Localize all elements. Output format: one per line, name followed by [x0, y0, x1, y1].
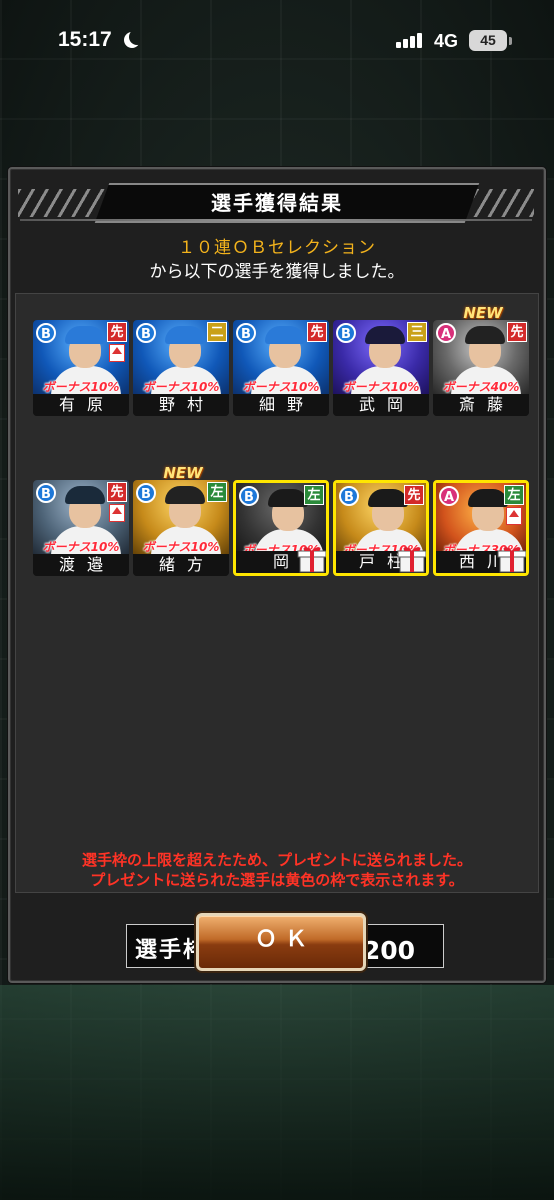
- position-badge: 先: [107, 322, 127, 342]
- cap: [468, 489, 508, 507]
- gift-icon: [497, 547, 526, 573]
- cap: [165, 326, 205, 344]
- battery-tip: [509, 37, 512, 45]
- up-arrow-icon: [109, 344, 125, 362]
- bonus-label: ボーナス10%: [342, 380, 420, 394]
- grade-badge: A: [439, 486, 459, 506]
- position-badge: 先: [307, 322, 327, 342]
- position-badge: 先: [507, 322, 527, 342]
- position-badge: 左: [304, 485, 324, 505]
- player-card-area: B 先ボーナス10% 有原 B 二ボーナス10% 野村 B 先ボーナス10% 細野 B 三ボーナス1…: [15, 293, 539, 968]
- player-name: 斎藤: [433, 394, 529, 416]
- grade-badge: B: [236, 323, 256, 343]
- bonus-label: ボーナス10%: [142, 380, 220, 394]
- grade-badge: B: [36, 323, 56, 343]
- grade-badge: B: [239, 486, 259, 506]
- player-name: 渡邉: [33, 554, 129, 576]
- battery-icon: 45: [469, 30, 507, 51]
- selection-name: １０連ＯＢセレクション: [178, 238, 376, 258]
- gift-icon: [397, 547, 426, 573]
- bonus-label: ボーナス10%: [242, 380, 320, 394]
- result-dialog: 選手獲得結果 １０連ＯＢセレクション から以下の選手を獲得しました。 B 先ボーナ…: [8, 167, 546, 983]
- player-card[interactable]: B 先ボーナス10% 戸柱: [333, 480, 429, 576]
- ok-button[interactable]: ＯＫ: [196, 913, 366, 971]
- status-time: 15:17: [58, 28, 112, 51]
- position-badge: 左: [504, 485, 524, 505]
- result-message: から以下の選手を獲得しました。: [149, 262, 405, 282]
- cap: [65, 486, 105, 504]
- position-badge: 先: [404, 485, 424, 505]
- field-background: [0, 985, 554, 1200]
- player-card[interactable]: B 先ボーナス10% 細野: [233, 320, 329, 416]
- player-card[interactable]: A 先ボーナス40% 斎藤: [433, 320, 529, 416]
- signal-icon: [396, 32, 426, 48]
- moon-icon: [129, 29, 145, 45]
- bonus-label: ボーナス10%: [42, 380, 120, 394]
- title-bar: 選手獲得結果: [10, 183, 544, 223]
- bonus-label: ボーナス10%: [42, 540, 120, 554]
- cap: [365, 326, 405, 344]
- cap: [465, 326, 505, 344]
- player-card[interactable]: B 二ボーナス10% 野村: [133, 320, 229, 416]
- grade-badge: B: [36, 483, 56, 503]
- cap: [268, 489, 308, 507]
- cap: [65, 326, 105, 344]
- grade-badge: A: [436, 323, 456, 343]
- cap: [265, 326, 305, 344]
- player-card[interactable]: A 左ボーナス30% 西川: [433, 480, 529, 576]
- position-badge: 左: [207, 482, 227, 502]
- player-name: 野村: [133, 394, 229, 416]
- grade-badge: B: [336, 323, 356, 343]
- grade-badge: B: [136, 323, 156, 343]
- player-card[interactable]: B 三ボーナス10% 武岡: [333, 320, 429, 416]
- player-name: 緒方: [133, 554, 229, 576]
- player-card[interactable]: B 先ボーナス10% 渡邉: [33, 480, 129, 576]
- notice-line-2: プレゼントに送られた選手は黄色の枠で表示されます。: [90, 871, 464, 889]
- gift-icon: [297, 547, 326, 573]
- player-card[interactable]: B 左ボーナス10% 緒方: [133, 480, 229, 576]
- position-badge: 二: [207, 322, 227, 342]
- slot-max: 200: [362, 936, 415, 965]
- player-name: 武岡: [333, 394, 429, 416]
- player-card[interactable]: B 先ボーナス10% 有原: [33, 320, 129, 416]
- grade-badge: B: [339, 486, 359, 506]
- position-badge: 三: [407, 322, 427, 342]
- up-arrow-icon: [109, 504, 125, 522]
- cap: [368, 489, 408, 507]
- player-name: 細野: [233, 394, 329, 416]
- grade-badge: B: [136, 483, 156, 503]
- player-name: 有原: [33, 394, 129, 416]
- title-divider: [20, 219, 532, 221]
- position-badge: 先: [107, 482, 127, 502]
- up-arrow-icon: [506, 507, 522, 525]
- status-bar: 15:17 4G 45: [0, 0, 554, 86]
- network-label: 4G: [434, 31, 459, 51]
- new-badge: NEW: [163, 464, 203, 482]
- cap: [165, 486, 205, 504]
- new-badge: NEW: [463, 304, 503, 322]
- bonus-label: ボーナス10%: [142, 540, 220, 554]
- notice-line-1: 選手枠の上限を超えたため、プレゼントに送られました。: [81, 851, 472, 869]
- dialog-title: 選手獲得結果: [211, 191, 343, 215]
- player-card[interactable]: B 左ボーナス10% 岡: [233, 480, 329, 576]
- bonus-label: ボーナス40%: [442, 380, 520, 394]
